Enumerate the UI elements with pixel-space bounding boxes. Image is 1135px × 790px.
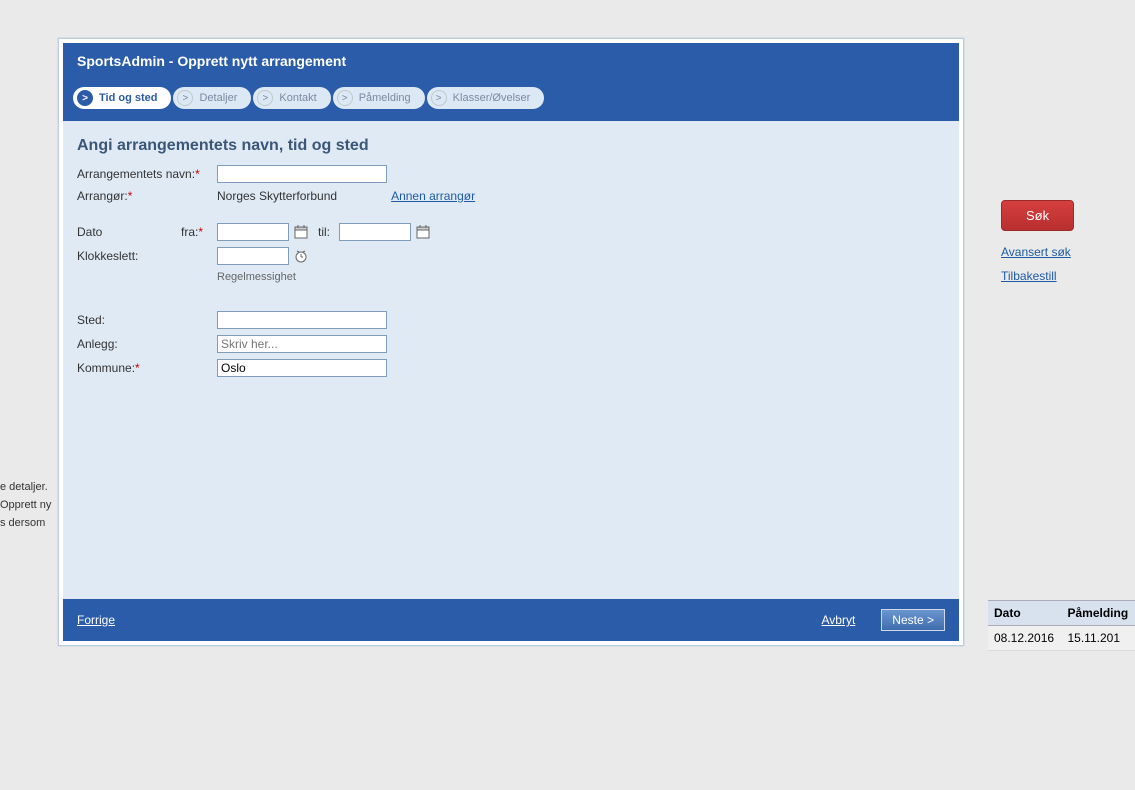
wizard-step-label: Påmelding bbox=[359, 92, 411, 104]
required-marker: * bbox=[135, 361, 140, 375]
chevron-right-icon: > bbox=[337, 90, 353, 106]
arrangor-label: Arrangør: bbox=[77, 189, 128, 203]
create-event-modal: SportsAdmin - Opprett nytt arrangement >… bbox=[58, 38, 964, 646]
next-button[interactable]: Neste > bbox=[881, 609, 945, 631]
col-header-dato: Dato bbox=[988, 606, 1062, 620]
wizard-steps: > Tid og sted > Detaljer > Kontakt > Påm… bbox=[63, 79, 959, 121]
event-name-input[interactable] bbox=[217, 165, 387, 183]
wizard-step-klasser-ovelser[interactable]: > Klasser/Øvelser bbox=[427, 87, 545, 109]
calendar-icon[interactable] bbox=[415, 224, 431, 240]
advanced-search-link[interactable]: Avansert søk bbox=[1001, 245, 1101, 259]
date-from-input[interactable] bbox=[217, 223, 289, 241]
modal-title: SportsAdmin - Opprett nytt arrangement bbox=[63, 43, 959, 79]
cell-dato: 08.12.2016 bbox=[988, 631, 1062, 645]
calendar-icon[interactable] bbox=[293, 224, 309, 240]
table-row[interactable]: 08.12.2016 15.11.201 bbox=[988, 626, 1135, 651]
wizard-step-label: Tid og sted bbox=[99, 92, 157, 104]
clock-icon[interactable] bbox=[293, 248, 309, 264]
body-title: Angi arrangementets navn, tid og sted bbox=[77, 137, 945, 155]
chevron-right-icon: > bbox=[177, 90, 193, 106]
required-marker: * bbox=[195, 167, 200, 181]
modal-body: Angi arrangementets navn, tid og sted Ar… bbox=[63, 121, 959, 599]
dato-label: Dato bbox=[77, 225, 181, 239]
anlegg-label: Anlegg: bbox=[77, 337, 118, 351]
prev-link[interactable]: Forrige bbox=[77, 613, 115, 627]
wizard-step-label: Kontakt bbox=[279, 92, 316, 104]
results-table: Dato Påmelding 08.12.2016 15.11.201 bbox=[988, 600, 1135, 651]
annen-arrangor-link[interactable]: Annen arrangør bbox=[391, 189, 475, 203]
required-marker: * bbox=[198, 225, 203, 239]
sted-input[interactable] bbox=[217, 311, 387, 329]
anlegg-input[interactable] bbox=[217, 335, 387, 353]
modal-footer: Forrige Avbryt Neste > bbox=[63, 599, 959, 641]
search-controls: Søk Avansert søk Tilbakestill bbox=[1001, 200, 1101, 293]
bg-hint-line: Opprett ny bbox=[0, 496, 60, 514]
cell-pamelding: 15.11.201 bbox=[1062, 631, 1135, 645]
wizard-step-pamelding[interactable]: > Påmelding bbox=[333, 87, 425, 109]
chevron-right-icon: > bbox=[257, 90, 273, 106]
wizard-step-tid-og-sted[interactable]: > Tid og sted bbox=[73, 87, 171, 109]
fra-label: fra: bbox=[181, 225, 198, 239]
regelmessighet-link[interactable]: Regelmessighet bbox=[217, 271, 945, 283]
wizard-step-label: Klasser/Øvelser bbox=[453, 92, 531, 104]
wizard-step-kontakt[interactable]: > Kontakt bbox=[253, 87, 330, 109]
til-label: til: bbox=[309, 225, 339, 239]
reset-link[interactable]: Tilbakestill bbox=[1001, 269, 1101, 283]
bg-hint-line: s dersom bbox=[0, 514, 60, 532]
wizard-step-detaljer[interactable]: > Detaljer bbox=[173, 87, 251, 109]
time-input[interactable] bbox=[217, 247, 289, 265]
chevron-right-icon: > bbox=[77, 90, 93, 106]
arrangor-value: Norges Skytterforbund bbox=[217, 189, 337, 203]
klokkeslett-label: Klokkeslett: bbox=[77, 249, 138, 263]
kommune-input[interactable] bbox=[217, 359, 387, 377]
col-header-pamelding: Påmelding bbox=[1062, 606, 1135, 620]
required-marker: * bbox=[128, 189, 133, 203]
event-name-label: Arrangementets navn: bbox=[77, 167, 195, 181]
table-header-row: Dato Påmelding bbox=[988, 600, 1135, 626]
kommune-label: Kommune: bbox=[77, 361, 135, 375]
chevron-right-icon: > bbox=[431, 90, 447, 106]
background-hint-text: e detaljer. Opprett ny s dersom bbox=[0, 478, 60, 532]
bg-hint-line: e detaljer. bbox=[0, 478, 60, 496]
date-to-input[interactable] bbox=[339, 223, 411, 241]
search-button[interactable]: Søk bbox=[1001, 200, 1074, 231]
wizard-step-label: Detaljer bbox=[199, 92, 237, 104]
cancel-link[interactable]: Avbryt bbox=[822, 613, 856, 627]
sted-label: Sted: bbox=[77, 313, 105, 327]
